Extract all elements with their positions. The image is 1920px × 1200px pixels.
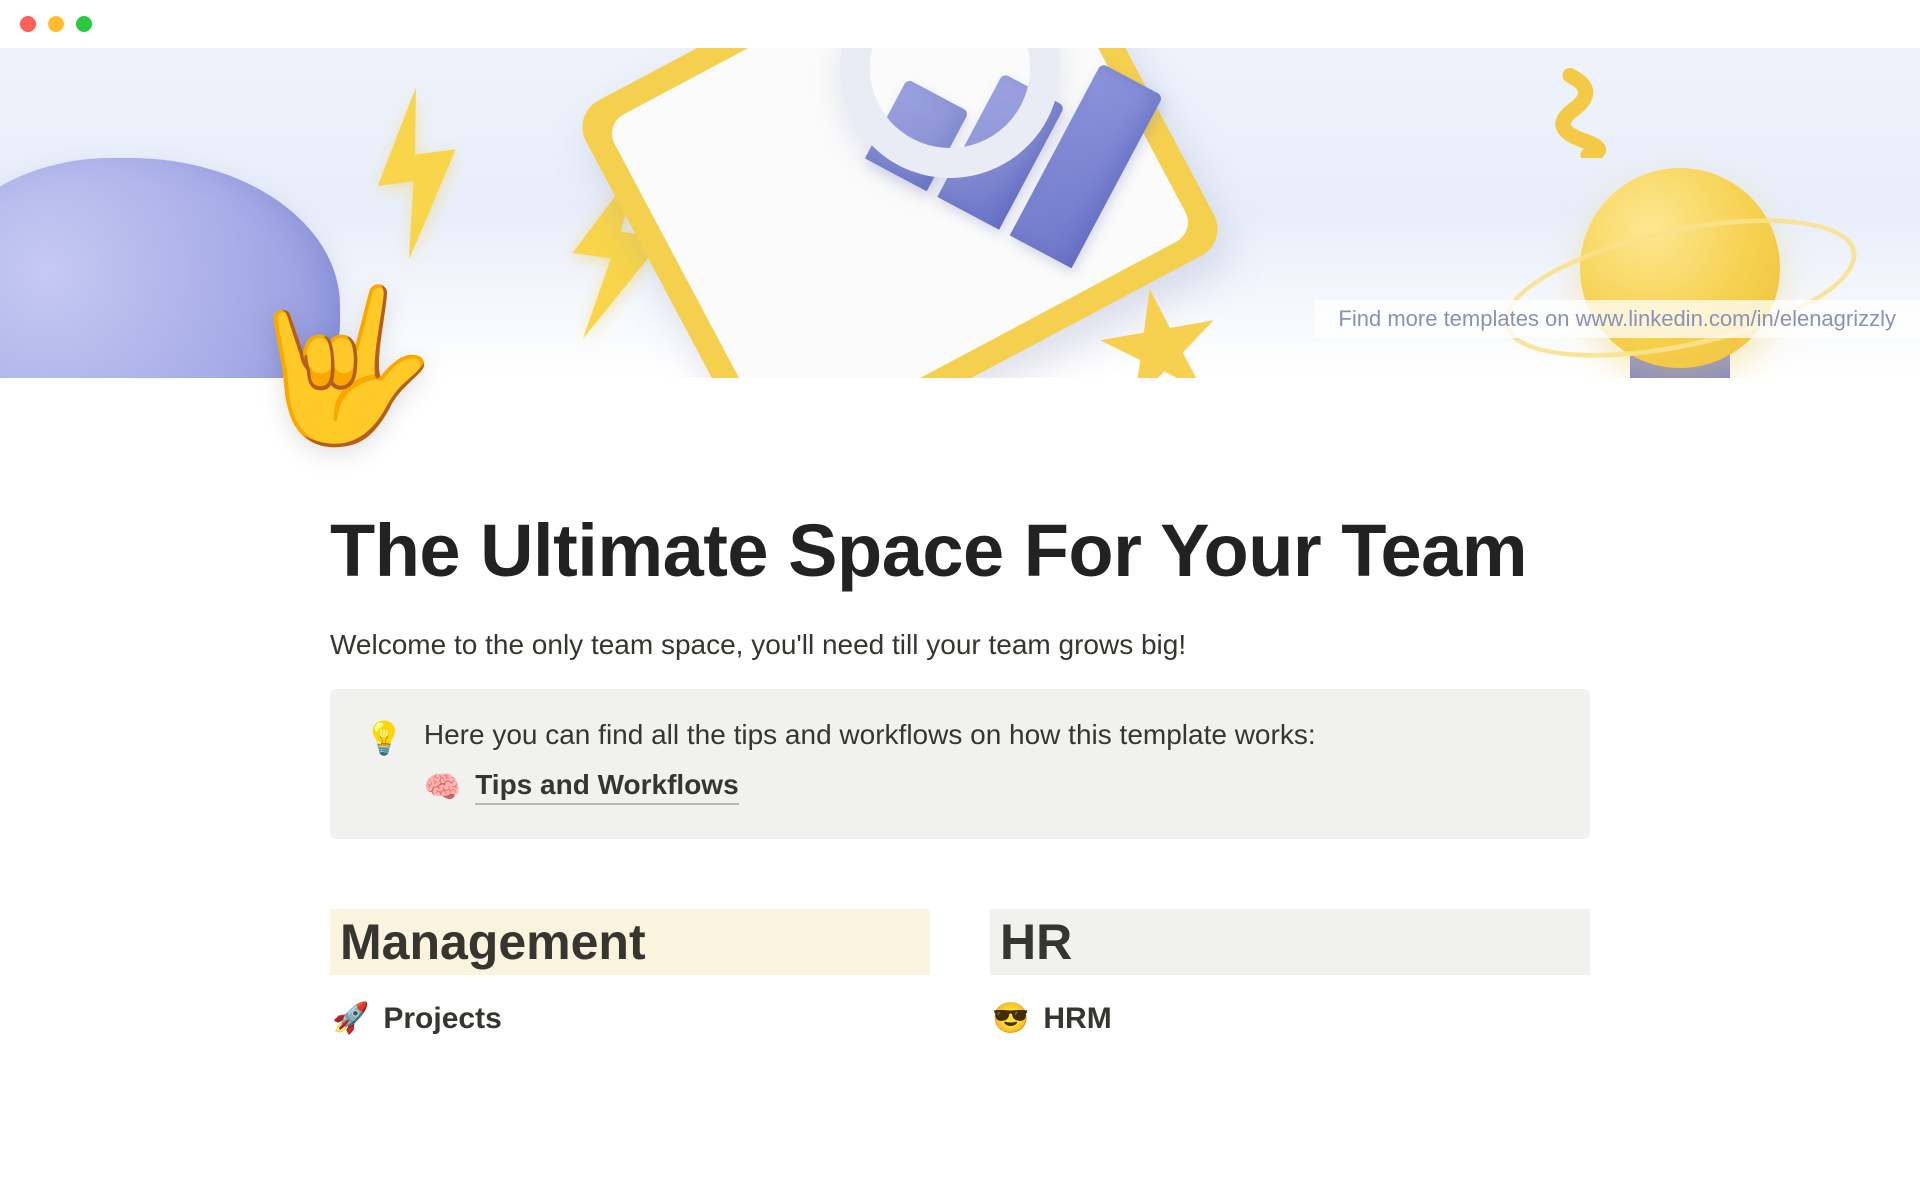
- page-link-label: Projects: [383, 1002, 501, 1036]
- callout-text: Here you can find all the tips and workf…: [424, 719, 1556, 751]
- hr-section: HR 😎 HRM: [990, 909, 1590, 1042]
- minimize-window-button[interactable]: [48, 16, 64, 32]
- callout-link[interactable]: 🧠 Tips and Workflows: [424, 769, 1556, 805]
- maximize-window-button[interactable]: [76, 16, 92, 32]
- page-icon[interactable]: 🤟: [250, 290, 437, 440]
- page-subtitle[interactable]: Welcome to the only team space, you'll n…: [330, 629, 1590, 661]
- banner-attribution: Find more templates on www.linkedin.com/…: [1314, 300, 1920, 338]
- brain-icon: 🧠: [424, 770, 461, 805]
- page-link-hrm[interactable]: 😎 HRM: [990, 995, 1590, 1042]
- close-window-button[interactable]: [20, 16, 36, 32]
- rocket-icon: 🚀: [332, 1001, 369, 1036]
- section-heading-hr[interactable]: HR: [990, 909, 1590, 975]
- management-section: Management 🚀 Projects: [330, 909, 930, 1042]
- page-title[interactable]: The Ultimate Space For Your Team: [330, 508, 1590, 593]
- page-link-label: HRM: [1043, 1002, 1111, 1036]
- page-content: The Ultimate Space For Your Team Welcome…: [290, 378, 1630, 1042]
- lightning-bolt-icon: [338, 75, 492, 271]
- lightbulb-illustration: [1520, 138, 1840, 378]
- callout-block[interactable]: 💡 Here you can find all the tips and wor…: [330, 689, 1590, 839]
- page-link-projects[interactable]: 🚀 Projects: [330, 995, 930, 1042]
- section-heading-management[interactable]: Management: [330, 909, 930, 975]
- lightbulb-icon: 💡: [364, 719, 404, 757]
- sunglasses-icon: 😎: [992, 1001, 1029, 1036]
- callout-link-label: Tips and Workflows: [475, 769, 738, 805]
- window-controls: [0, 0, 1920, 48]
